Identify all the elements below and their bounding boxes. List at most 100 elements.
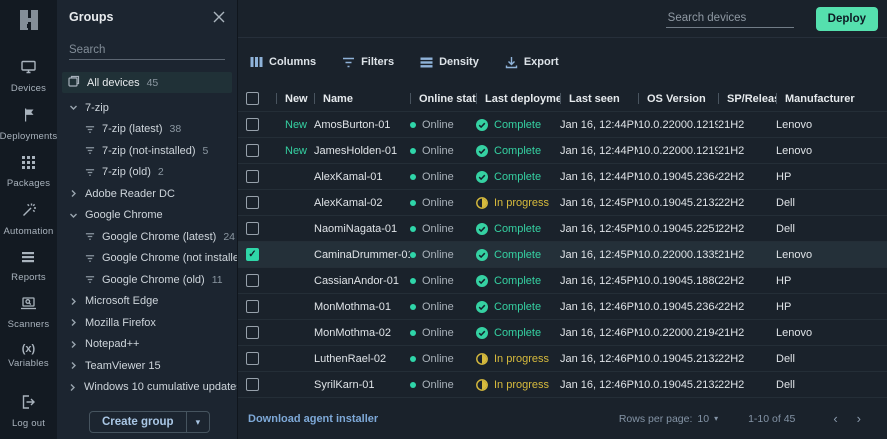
- app-logo-icon[interactable]: [17, 8, 41, 37]
- deployment-status: Complete: [476, 119, 560, 131]
- table-row[interactable]: New JamesHolden-01 Online Complete Jan 1…: [238, 138, 887, 164]
- os-version: 10.0.19045.2132: [638, 379, 718, 391]
- density-icon: [420, 57, 433, 68]
- table-row[interactable]: MonMothma-01 Online Complete Jan 16, 12:…: [238, 294, 887, 320]
- row-checkbox[interactable]: [246, 118, 259, 131]
- header-last-seen[interactable]: Last seen: [560, 93, 638, 105]
- grid-icon: [21, 155, 36, 175]
- select-all-checkbox[interactable]: [246, 92, 259, 105]
- chevron-right-icon: [68, 361, 78, 370]
- row-checkbox[interactable]: [246, 196, 259, 209]
- filter-icon: [342, 57, 355, 68]
- next-page-button[interactable]: ›: [849, 411, 869, 426]
- row-checkbox[interactable]: [246, 300, 259, 313]
- group-item-7zip[interactable]: 7-zip: [57, 97, 237, 119]
- logout-label: Log out: [12, 418, 45, 429]
- sp-release: 22H2: [718, 197, 776, 209]
- group-item-adobe-reader[interactable]: Adobe Reader DC: [57, 183, 237, 205]
- online-status: Online: [410, 379, 476, 391]
- create-group-button[interactable]: Create group: [90, 412, 186, 432]
- online-dot-icon: [410, 356, 416, 362]
- prev-page-button[interactable]: ‹: [825, 411, 845, 426]
- header-name[interactable]: Name: [314, 93, 410, 105]
- create-group-caret-button[interactable]: ▾: [186, 412, 210, 432]
- download-icon: [505, 56, 518, 69]
- online-dot-icon: [410, 200, 416, 206]
- header-last-deployment[interactable]: Last deployment: [476, 93, 560, 105]
- sidebar-item-devices[interactable]: Devices: [11, 59, 46, 94]
- sidebar-item-variables[interactable]: (x) Variables: [8, 343, 49, 369]
- deploy-button[interactable]: Deploy: [816, 7, 878, 31]
- density-button[interactable]: Density: [420, 56, 479, 68]
- table-row[interactable]: AlexKamal-02 Online In progress Jan 16, …: [238, 190, 887, 216]
- online-dot-icon: [410, 252, 416, 258]
- online-status: Online: [410, 327, 476, 339]
- rows-per-page-select[interactable]: Rows per page: 10 ▾: [619, 413, 718, 425]
- row-checkbox[interactable]: [246, 144, 259, 157]
- last-seen: Jan 16, 12:45PM: [560, 275, 638, 287]
- close-icon[interactable]: [213, 11, 225, 23]
- header-os-version[interactable]: OS Version: [638, 93, 718, 105]
- sidebar-item-deployments[interactable]: Deployments: [0, 107, 57, 142]
- manufacturer: Dell: [776, 223, 887, 235]
- group-item-microsoft-edge[interactable]: Microsoft Edge: [57, 291, 237, 313]
- logout-button[interactable]: Log out: [12, 394, 45, 429]
- group-item-7zip-notinstalled[interactable]: 7-zip (not-installed) 5: [57, 140, 237, 162]
- last-seen: Jan 16, 12:44PM: [560, 171, 638, 183]
- sp-release: 21H2: [718, 249, 776, 261]
- manufacturer: Lenovo: [776, 145, 887, 157]
- columns-button[interactable]: Columns: [250, 56, 316, 68]
- group-item-notepad[interactable]: Notepad++: [57, 334, 237, 356]
- groups-search-input[interactable]: [69, 41, 225, 60]
- sidebar-item-label: Packages: [7, 178, 50, 189]
- header-online-status[interactable]: Online status: [410, 93, 476, 105]
- row-checkbox[interactable]: [246, 222, 259, 235]
- header-new[interactable]: New: [276, 93, 314, 105]
- sidebar-item-label: Devices: [11, 83, 46, 94]
- table-row[interactable]: MonMothma-02 Online Complete Jan 16, 12:…: [238, 320, 887, 346]
- sidebar-item-reports[interactable]: Reports: [11, 250, 46, 283]
- online-status: Online: [410, 249, 476, 261]
- row-checkbox[interactable]: [246, 248, 259, 261]
- group-item-7zip-old[interactable]: 7-zip (old) 2: [57, 162, 237, 184]
- sidebar-item-automation[interactable]: Automation: [3, 202, 53, 237]
- table-row[interactable]: NaomiNagata-01 Online Complete Jan 16, 1…: [238, 216, 887, 242]
- table-row[interactable]: AlexKamal-01 Online Complete Jan 16, 12:…: [238, 164, 887, 190]
- last-seen: Jan 16, 12:44PM: [560, 145, 638, 157]
- last-seen: Jan 16, 12:46PM: [560, 353, 638, 365]
- sidebar-item-packages[interactable]: Packages: [7, 155, 50, 189]
- os-version: 10.0.22000.2194: [638, 327, 718, 339]
- row-checkbox[interactable]: [246, 326, 259, 339]
- table-row[interactable]: SyrilKarn-01 Online In progress Jan 16, …: [238, 372, 887, 398]
- row-checkbox[interactable]: [246, 170, 259, 183]
- group-item-7zip-latest[interactable]: 7-zip (latest) 38: [57, 119, 237, 141]
- sidebar-item-scanners[interactable]: Scanners: [8, 296, 50, 330]
- group-item-win10-updates[interactable]: Windows 10 cumulative updates: [57, 377, 237, 399]
- search-devices-input[interactable]: [666, 9, 794, 28]
- filters-button[interactable]: Filters: [342, 56, 394, 68]
- row-checkbox[interactable]: [246, 352, 259, 365]
- group-item-chrome-notinstalled[interactable]: Google Chrome (not installed) 10: [57, 248, 237, 270]
- table-row[interactable]: CaminaDrummer-01 Online Complete Jan 16,…: [238, 242, 887, 268]
- table-row[interactable]: LuthenRael-02 Online In progress Jan 16,…: [238, 346, 887, 372]
- group-item-all-devices[interactable]: All devices 45: [62, 72, 232, 93]
- group-item-mozilla-firefox[interactable]: Mozilla Firefox: [57, 312, 237, 334]
- os-version: 10.0.22000.1219: [638, 119, 718, 131]
- filter-icon: [85, 275, 95, 284]
- os-version: 10.0.19045.2251: [638, 223, 718, 235]
- header-manufacturer[interactable]: Manufacturer: [776, 93, 887, 105]
- header-sp-release[interactable]: SP/Release: [718, 93, 776, 105]
- last-seen: Jan 16, 12:45PM: [560, 249, 638, 261]
- export-button[interactable]: Export: [505, 56, 559, 69]
- row-checkbox[interactable]: [246, 274, 259, 287]
- group-item-teamviewer[interactable]: TeamViewer 15: [57, 355, 237, 377]
- table-row[interactable]: New AmosBurton-01 Online Complete Jan 16…: [238, 112, 887, 138]
- group-item-chrome-latest[interactable]: Google Chrome (latest) 24: [57, 226, 237, 248]
- download-agent-installer-link[interactable]: Download agent installer: [248, 413, 378, 425]
- row-checkbox[interactable]: [246, 378, 259, 391]
- group-item-chrome-old[interactable]: Google Chrome (old) 11: [57, 269, 237, 291]
- table-row[interactable]: CassianAndor-01 Online Complete Jan 16, …: [238, 268, 887, 294]
- sp-release: 22H2: [718, 171, 776, 183]
- device-name: MonMothma-01: [314, 301, 410, 313]
- group-item-google-chrome[interactable]: Google Chrome: [57, 205, 237, 227]
